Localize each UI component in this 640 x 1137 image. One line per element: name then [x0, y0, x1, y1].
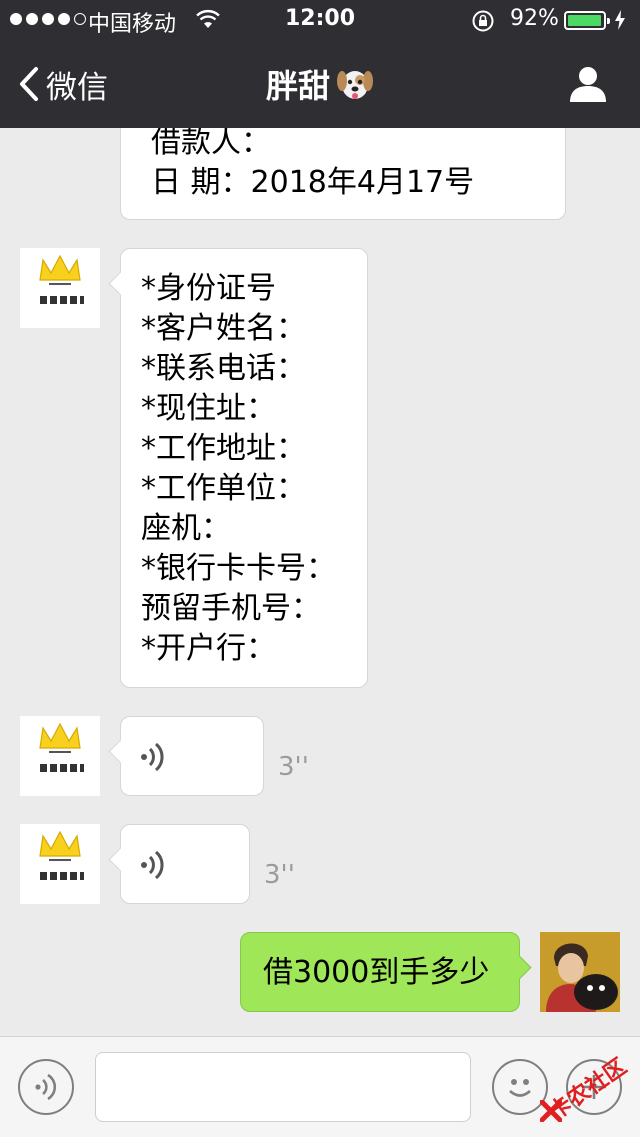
battery-fill	[568, 15, 601, 26]
orientation-lock-icon	[472, 10, 494, 32]
top-bar: 中国移动 12:00 92% 微信 胖甜	[0, 0, 640, 128]
voice-duration: 3''	[264, 860, 295, 890]
message-line: 借3000到手多少	[263, 955, 490, 990]
contact-avatar[interactable]	[20, 248, 100, 328]
message-line: 预留手机号：	[141, 591, 321, 626]
battery-percent: 92%	[510, 6, 559, 31]
message-input[interactable]	[95, 1052, 471, 1122]
sent-message-bubble[interactable]: 借3000到手多少	[240, 932, 532, 1012]
watermark: 卡农社区	[540, 1054, 640, 1136]
message-line: *开户行：	[141, 631, 276, 666]
battery-icon	[564, 11, 610, 30]
crown-logo-icon	[39, 254, 84, 304]
dog-emoji-icon	[337, 71, 373, 99]
status-bar: 中国移动 12:00 92%	[0, 0, 640, 40]
chat-title-text: 胖甜	[265, 67, 330, 105]
voice-message-bubble[interactable]	[108, 824, 250, 904]
message-bubble[interactable]: *身份证号 *客户姓名： *联系电话： *现住址： *工作地址： *工作单位： …	[108, 248, 368, 688]
message-line: *现住址：	[141, 391, 276, 426]
voice-duration: 3''	[278, 752, 309, 782]
my-avatar[interactable]	[540, 932, 620, 1012]
voice-input-button[interactable]	[18, 1059, 74, 1115]
message-line: 借款人：	[151, 125, 271, 160]
contact-avatar[interactable]	[20, 824, 100, 904]
smiley-icon	[509, 1079, 531, 1097]
message-line: 日 期：2018年4月17号	[151, 165, 475, 200]
message-line: *联系电话：	[141, 351, 306, 386]
voice-message-bubble[interactable]	[108, 716, 264, 796]
chat-title: 胖甜	[0, 64, 640, 105]
voice-icon	[35, 1073, 57, 1101]
voice-wave-icon	[141, 850, 164, 880]
voice-wave-icon	[141, 742, 164, 772]
charging-icon	[615, 10, 625, 30]
message-line: 座机：	[141, 511, 231, 546]
user-photo-icon	[540, 932, 620, 1012]
contact-avatar[interactable]	[20, 716, 100, 796]
message-line: *银行卡卡号：	[141, 551, 336, 586]
crown-logo-icon	[39, 830, 84, 880]
message-line: *身份证号	[141, 271, 276, 306]
profile-icon[interactable]	[568, 64, 608, 104]
message-line: *工作地址：	[141, 431, 306, 466]
message-line: *工作单位：	[141, 471, 306, 506]
message-line: *客户姓名：	[141, 311, 306, 346]
crown-logo-icon	[39, 722, 84, 772]
